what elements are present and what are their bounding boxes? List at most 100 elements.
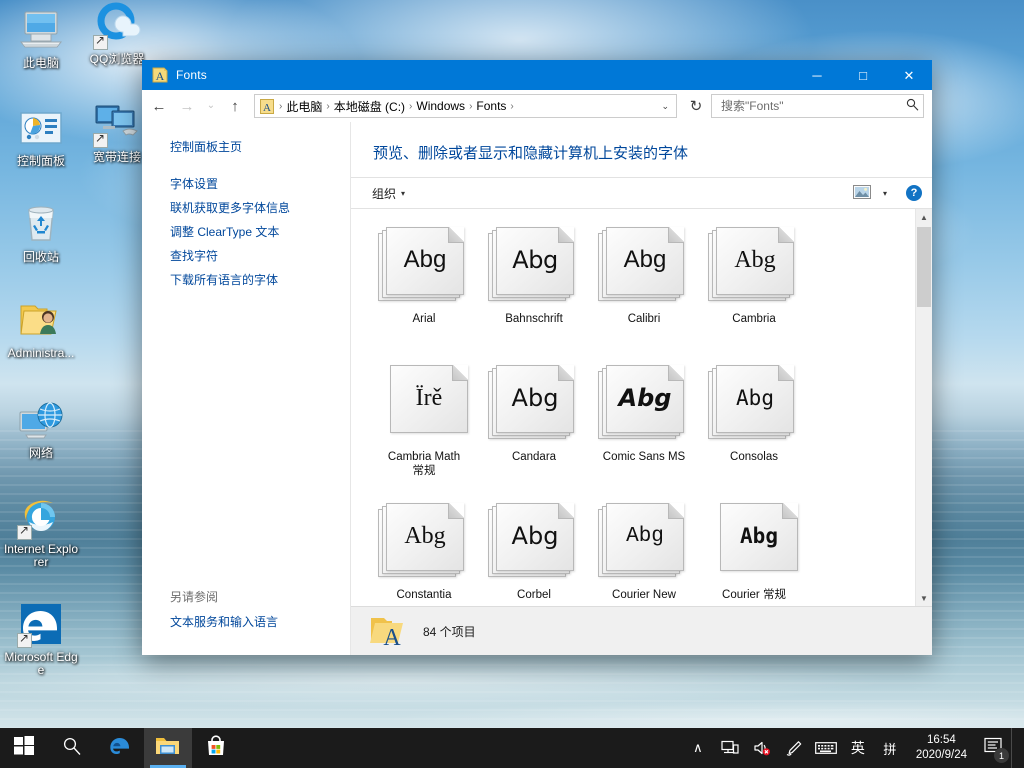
sidebar-item-get-more-fonts-online[interactable]: 联机获取更多字体信息 [170,201,290,216]
desktop-icon-qq-browser[interactable]: QQ浏览器 [78,2,156,66]
desktop-icon-network[interactable]: 网络 [2,396,80,460]
desktop-icon-recycle-bin[interactable]: 回收站 [2,200,80,264]
start-button[interactable] [0,728,48,768]
font-name-label: Cambria Math 常规 [371,450,477,478]
show-desktop-button[interactable] [1011,728,1020,768]
change-view-button[interactable] [848,183,876,204]
content-pane: 预览、删除或者显示和隐藏计算机上安装的字体 组织 ▾ [350,122,932,655]
breadcrumb-this-pc[interactable]: 此电脑 [284,98,324,115]
font-tile[interactable]: AbgConstantia [369,497,479,606]
microsoft-store-button[interactable] [192,728,240,768]
fonts-address-icon: A [260,99,274,114]
svg-text:A: A [383,625,401,648]
font-sample-text: Abg [512,386,559,410]
pen-tray-icon[interactable] [778,728,810,768]
font-tile[interactable]: Abg Comic Sans MS [589,359,699,497]
address-bar[interactable]: A › 此电脑 › 本地磁盘 (C:) › Windows › Fonts › … [254,94,677,118]
font-name-label: Consolas [701,450,807,464]
items-area: AbgArialAbgBahnschriftAbgCalibriAbgCambr… [351,209,932,606]
microsoft-store-icon [205,735,227,762]
font-tile[interactable]: Abg Courier 常规 [699,497,809,606]
recent-locations-button[interactable]: ⌄ [202,93,220,119]
sidebar-item-find-a-character[interactable]: 查找字符 [170,249,218,264]
sidebar: 控制面板主页 字体设置 联机获取更多字体信息 调整 ClearType 文本 查… [142,122,350,655]
desktop-icon-computer[interactable]: 此电脑 [2,6,80,70]
font-tile[interactable]: AbgArial [369,221,479,359]
back-button[interactable]: ← [146,93,172,119]
breadcrumb-local-disk[interactable]: 本地磁盘 (C:) [332,98,407,115]
scroll-down-arrow-icon[interactable]: ▼ [916,590,932,606]
font-tile[interactable]: AbgCalibri [589,221,699,359]
action-center-button[interactable]: 1 [977,728,1011,768]
touch-keyboard-icon[interactable] [810,728,842,768]
window-controls: ─ □ ✕ [794,60,932,90]
ime-language-indicator[interactable]: 英 [842,728,874,768]
scroll-up-arrow-icon[interactable]: ▲ [916,209,932,225]
font-tile[interactable]: AbgCambria [699,221,809,359]
breadcrumb-windows[interactable]: Windows [414,99,467,113]
view-thumbnails-icon [853,185,871,202]
desktop-icon-label: 回收站 [23,251,59,264]
breadcrumb-separator: › [324,101,331,112]
show-hidden-icons-button[interactable]: ∧ [682,728,714,768]
font-sample-text: Abg [740,526,778,547]
forward-button[interactable]: → [174,93,200,119]
font-name-label: Courier 常规 [701,588,807,602]
sidebar-item-control-panel-home[interactable]: 控制面板主页 [170,140,242,155]
sidebar-item-font-settings[interactable]: 字体设置 [170,177,218,192]
file-explorer-icon [155,735,181,762]
clock-date: 2020/9/24 [916,748,967,763]
clock[interactable]: 16:54 2020/9/24 [906,728,977,768]
font-tile[interactable]: ÏrěCambria Math 常规 [369,359,479,497]
font-name-label: Corbel [481,588,587,602]
font-name-label: Cambria [701,312,807,326]
search-input[interactable] [719,98,906,114]
font-tile[interactable]: AbgCourier New [589,497,699,606]
close-button[interactable]: ✕ [886,60,932,90]
ime-mode-indicator[interactable]: 拼 [874,728,906,768]
item-count-label: 84 个项目 [423,623,476,640]
desktop-icon-internet-explorer[interactable]: Internet Explorer [2,492,80,569]
chevron-down-icon[interactable]: ⌄ [656,101,674,112]
search-button[interactable] [48,728,96,768]
desktop-icon-label: 宽带连接 [93,151,141,164]
breadcrumb-fonts[interactable]: Fonts [474,99,508,113]
font-name-label: Courier New [591,588,697,602]
file-explorer-button[interactable] [144,728,192,768]
font-tile[interactable]: Abg Corbel [479,497,589,606]
sidebar-item-text-services-input-languages[interactable]: 文本服务和输入语言 [170,615,278,630]
window-titlebar: A Fonts ─ □ ✕ [142,60,932,90]
sidebar-item-adjust-cleartype-text[interactable]: 调整 ClearType 文本 [170,225,279,240]
maximize-button[interactable]: □ [840,60,886,90]
vertical-scrollbar[interactable]: ▲ ▼ [915,209,932,606]
font-tile[interactable]: AbgCandara [479,359,589,497]
desktop-icon-microsoft-edge[interactable]: Microsoft Edge [2,600,80,677]
sidebar-item-download-fonts-all-languages[interactable]: 下载所有语言的字体 [170,273,278,288]
scrollbar-track[interactable] [916,225,932,590]
font-name-label: Comic Sans MS [591,450,697,464]
font-sample-text: Abg [619,386,672,410]
desktop-icon-user-folder[interactable]: Administra... [2,296,80,360]
organize-button[interactable]: 组织 ▾ [365,182,412,205]
view-options-dropdown[interactable]: ▾ [878,187,892,200]
minimize-button[interactable]: ─ [794,60,840,90]
font-file-icon: Abg [488,227,580,305]
font-sample-text: Abg [512,524,559,548]
font-sample-text: Abg [404,248,447,272]
help-button[interactable]: ? [906,185,922,201]
up-button[interactable]: ↑ [222,93,248,119]
navigation-bar: ← → ⌄ ↑ A › 此电脑 › 本地磁盘 (C:) › Windows › … [142,90,932,122]
scrollbar-thumb[interactable] [917,227,931,307]
shortcut-arrow-icon [93,35,108,50]
chevron-down-icon: ▾ [401,189,405,198]
refresh-button[interactable]: ↻ [683,93,709,119]
font-tile[interactable]: AbgConsolas [699,359,809,497]
network-tray-icon[interactable] [714,728,746,768]
font-sample-text: Abg [624,248,667,272]
search-box[interactable] [711,94,924,118]
desktop-icon-control-panel[interactable]: 控制面板 [2,104,80,168]
volume-muted-icon[interactable] [746,728,778,768]
edge-button[interactable] [96,728,144,768]
font-tile[interactable]: AbgBahnschrift [479,221,589,359]
desktop-icon-label: 控制面板 [17,155,65,168]
